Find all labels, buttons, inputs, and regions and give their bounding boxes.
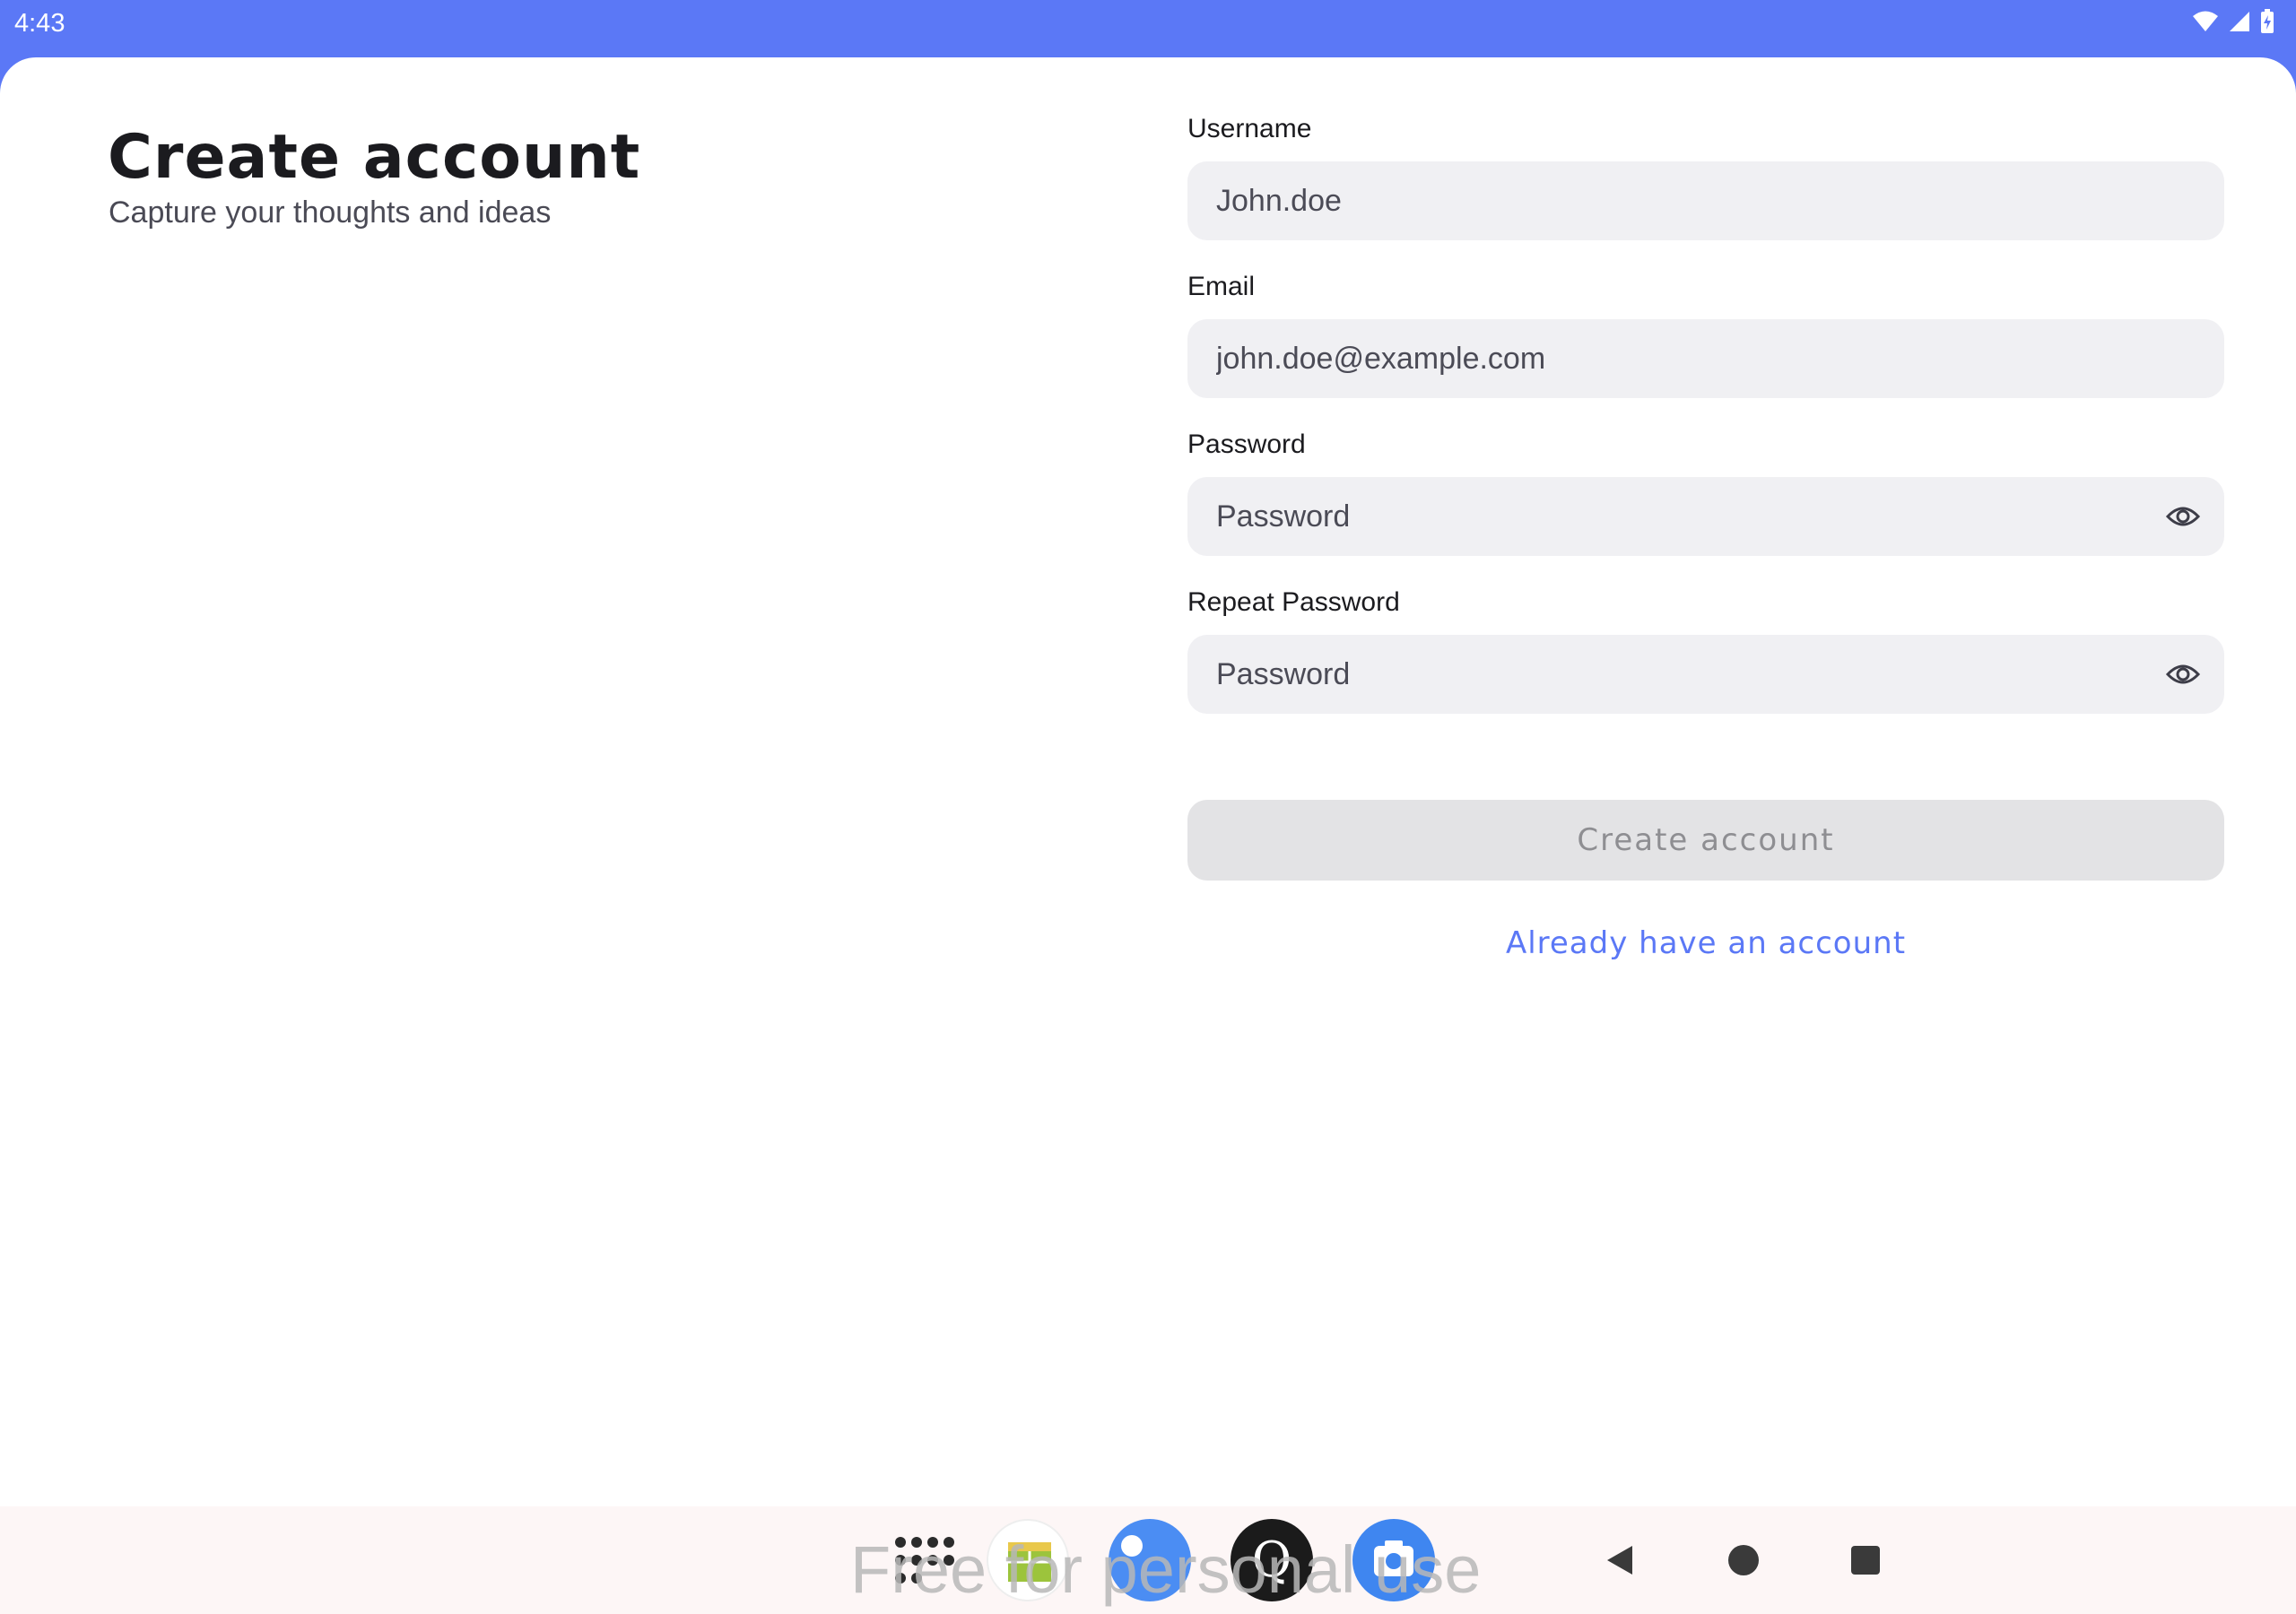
battery-charging-icon bbox=[2261, 9, 2274, 33]
status-time: 4:43 bbox=[14, 9, 65, 38]
files-app-icon[interactable] bbox=[1109, 1519, 1191, 1601]
home-icon[interactable] bbox=[1726, 1542, 1761, 1578]
show-repeat-password-icon[interactable] bbox=[2165, 658, 2201, 690]
username-field-container bbox=[1187, 161, 2224, 240]
status-icons bbox=[2192, 9, 2274, 34]
signal-icon bbox=[2230, 12, 2249, 31]
sheets-app-icon[interactable] bbox=[987, 1519, 1069, 1601]
show-password-icon[interactable] bbox=[2165, 500, 2201, 533]
page-title: Create account bbox=[108, 122, 641, 193]
page-subtitle: Capture your thoughts and ideas bbox=[109, 195, 552, 230]
create-account-screen: Create account Capture your thoughts and… bbox=[0, 57, 2296, 1506]
repeat-password-label: Repeat Password bbox=[1187, 587, 1400, 617]
username-label: Username bbox=[1187, 114, 1312, 143]
email-label: Email bbox=[1187, 272, 1256, 301]
repeat-password-field-container bbox=[1187, 635, 2224, 714]
app-drawer-icon[interactable] bbox=[886, 1519, 969, 1601]
camera-app-icon[interactable] bbox=[1352, 1519, 1435, 1601]
status-bar: 4:43 bbox=[0, 0, 2296, 57]
password-field-container bbox=[1187, 477, 2224, 556]
signup-form: Username Email Password Repeat Password bbox=[1187, 113, 2224, 744]
username-input[interactable] bbox=[1187, 161, 2224, 240]
already-have-account-link[interactable]: Already have an account bbox=[1187, 925, 2224, 961]
email-input[interactable] bbox=[1187, 319, 2224, 398]
create-account-button[interactable]: Create account bbox=[1187, 800, 2224, 881]
email-field-container bbox=[1187, 319, 2224, 398]
password-label: Password bbox=[1187, 430, 1306, 459]
recents-icon[interactable] bbox=[1848, 1542, 1883, 1578]
repeat-password-input[interactable] bbox=[1187, 635, 2224, 714]
wifi-icon bbox=[2193, 11, 2218, 31]
password-input[interactable] bbox=[1187, 477, 2224, 556]
q-app-icon[interactable]: Q bbox=[1231, 1519, 1313, 1601]
navigation-bar: Q Free for personal use bbox=[0, 1506, 2296, 1614]
back-icon[interactable] bbox=[1602, 1542, 1638, 1578]
